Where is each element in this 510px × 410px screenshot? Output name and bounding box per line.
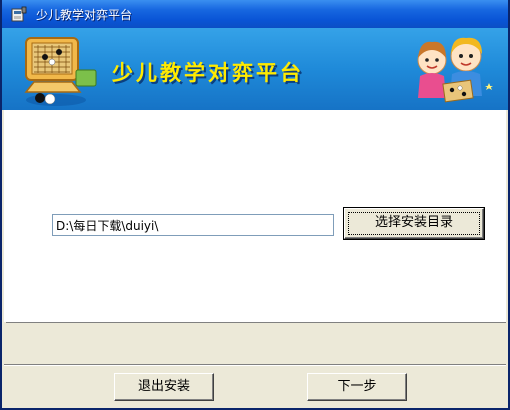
window-title: 少儿教学对弈平台 [36, 8, 133, 22]
browse-directory-button[interactable]: 选择安装目录 [343, 207, 485, 240]
exit-install-button[interactable]: 退出安装 [114, 373, 214, 401]
go-board-computer-icon [24, 37, 97, 106]
banner-title: 少儿教学对弈平台 [112, 61, 304, 85]
status-strip [6, 322, 506, 363]
focus-rectangle [348, 212, 480, 235]
next-step-label: 下一步 [337, 379, 377, 394]
install-content-area: 选择安装目录 [4, 110, 506, 322]
installer-icon [11, 6, 27, 22]
install-path-input[interactable] [52, 214, 334, 236]
installer-window: 少儿教学对弈平台 少儿教学对弈平台 D:\每日下载\duiyi\ 选择安装目录 … [0, 0, 510, 410]
header-banner: 少儿教学对弈平台 [2, 28, 508, 110]
kids-mascot-icon [417, 37, 493, 103]
footer-separator [4, 364, 506, 366]
next-step-button[interactable]: 下一步 [307, 373, 407, 401]
title-bar[interactable]: 少儿教学对弈平台 [2, 0, 508, 28]
exit-install-label: 退出安装 [137, 379, 190, 394]
